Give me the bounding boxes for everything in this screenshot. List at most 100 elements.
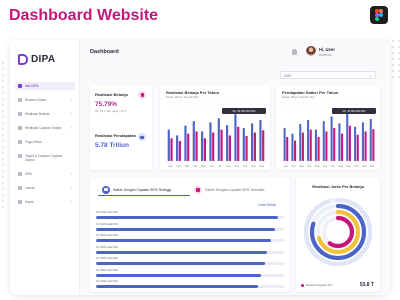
- bar[interactable]: [237, 126, 240, 161]
- tab[interactable]: Satker Dengan Capaian IKPA Terendah: [190, 184, 282, 196]
- ring-arc[interactable]: [303, 197, 373, 267]
- bar[interactable]: [195, 131, 198, 161]
- bar[interactable]: [234, 114, 237, 161]
- year-select-value: 2024: [284, 73, 292, 78]
- bar[interactable]: [253, 132, 256, 162]
- bar[interactable]: [286, 137, 289, 161]
- bar[interactable]: [333, 127, 336, 161]
- bar-chart-pendapatan[interactable]: Jan Feb Mar Apr May Jun Jul Aug Sep Oct Nov Dec Rp. …: [276, 100, 380, 170]
- bar[interactable]: [325, 131, 328, 161]
- bar[interactable]: [309, 129, 312, 161]
- chart-subtitle: Dalam Miliyar Rupiah (Rp): [166, 95, 199, 99]
- radial-chart[interactable]: [296, 194, 380, 274]
- sidebar-item[interactable]: Realisasi Capaian Output ›: [15, 124, 75, 132]
- bar[interactable]: [354, 126, 357, 161]
- bar[interactable]: [307, 119, 310, 161]
- x-tick-label: Sep: [346, 164, 351, 168]
- bar[interactable]: [217, 118, 220, 161]
- user-info[interactable]: Hi, User Bapenas: [319, 47, 335, 57]
- bar[interactable]: [314, 129, 317, 161]
- bar[interactable]: [178, 141, 181, 161]
- bar[interactable]: [251, 123, 254, 161]
- sidebar-item[interactable]: Rincian Output ›: [15, 96, 75, 104]
- bar[interactable]: [184, 125, 187, 161]
- logo-text: DIPA: [31, 54, 56, 65]
- bar[interactable]: [187, 133, 190, 161]
- bar[interactable]: [361, 122, 364, 161]
- bar[interactable]: [372, 129, 375, 161]
- bar[interactable]: [341, 133, 344, 161]
- bar[interactable]: [294, 140, 297, 161]
- bar[interactable]: [299, 123, 302, 161]
- x-tick-label: May: [201, 164, 207, 168]
- sidebar-item[interactable]: Realisasi Belanja ›: [15, 110, 75, 118]
- bar[interactable]: [192, 121, 195, 161]
- bell-icon[interactable]: [292, 49, 297, 55]
- sidebar-item[interactable]: Target & Capaian Capaian Output: [15, 152, 75, 164]
- x-tick-label: Jun: [210, 164, 215, 168]
- bar[interactable]: [364, 131, 367, 161]
- list-item[interactable]: KO SDM Hasbi Bel: [96, 280, 284, 292]
- app-logo[interactable]: DIPA: [18, 54, 55, 65]
- list-item[interactable]: KO SDM Hasbi Bel: [96, 211, 284, 223]
- avatar[interactable]: [306, 46, 316, 56]
- progress-fill: [96, 250, 268, 254]
- list-item[interactable]: KO SDM Hasbi Bel: [96, 269, 284, 281]
- bar[interactable]: [369, 118, 372, 161]
- progress-track: [96, 250, 284, 254]
- bar[interactable]: [209, 122, 212, 161]
- bar[interactable]: [242, 127, 245, 161]
- sidebar-item-label: Hapal: [25, 200, 34, 204]
- bar[interactable]: [226, 125, 229, 161]
- bar[interactable]: [170, 138, 173, 161]
- list-item[interactable]: KO SDM Hasbi Bel: [96, 257, 284, 269]
- sidebar-item[interactable]: Info DIPA: [15, 82, 75, 90]
- see-all-link[interactable]: Lihat Detail: [258, 203, 276, 207]
- bar-chart-belanja[interactable]: Jan Feb Mar Apr May Jun Jul Aug Sep Oct Nov Dec Rp. …: [160, 100, 270, 170]
- sidebar: DIPA Info DIPA Rincian Output › Realisasi B…: [10, 40, 80, 295]
- bar[interactable]: [356, 134, 359, 161]
- list-item[interactable]: KO SDM Hasbi Bel: [96, 234, 284, 246]
- bar[interactable]: [176, 135, 179, 161]
- bar[interactable]: [346, 112, 349, 161]
- sidebar-item-label: Rincian Output: [25, 98, 47, 102]
- row-label: KO SDM Hasbi Bel: [96, 280, 119, 283]
- bar[interactable]: [212, 132, 215, 162]
- menu-item-icon: [18, 84, 22, 88]
- sidebar-item[interactable]: IKPA ›: [15, 170, 75, 178]
- bar[interactable]: [262, 130, 265, 161]
- bar[interactable]: [301, 132, 304, 162]
- bar[interactable]: [245, 135, 248, 161]
- bar[interactable]: [203, 138, 206, 161]
- legend-label: Belanja Pegawai (51): [306, 283, 333, 287]
- chevron-right-icon: ›: [70, 199, 72, 204]
- bar[interactable]: [330, 116, 333, 161]
- sidebar-nav: Info DIPA Rincian Output › Realisasi Belanj…: [15, 82, 75, 212]
- sidebar-item[interactable]: Pagu Minus: [15, 138, 75, 146]
- bar[interactable]: [322, 121, 325, 161]
- kpi-realisasi-pendapatan: Realisasi Pendapatan 5.78 Triliun: [95, 133, 136, 149]
- showcase-title: Dashboard Website: [9, 7, 159, 24]
- bar[interactable]: [338, 123, 341, 161]
- sidebar-item[interactable]: Hapal ›: [15, 198, 75, 206]
- bar[interactable]: [201, 131, 204, 161]
- bar[interactable]: [291, 133, 294, 161]
- x-tick-label: Feb: [176, 164, 181, 168]
- bar[interactable]: [283, 127, 286, 161]
- sidebar-item[interactable]: Laman ›: [15, 184, 75, 192]
- x-tick-label: Mar: [299, 164, 304, 168]
- list-item[interactable]: KO SDM Hasbi Bel: [96, 223, 284, 235]
- row-label: KO SDM Hasbi Bel: [96, 234, 119, 237]
- kpi-card: Realisasi Belanja 75.79% Rp. 10 T dari p…: [90, 85, 152, 170]
- cash-icon: [138, 133, 146, 141]
- year-select[interactable]: 2024 ⌄: [280, 71, 376, 79]
- chart-subtitle: Dalam Miliyar Rupiah (Rp): [282, 95, 315, 99]
- tab[interactable]: Satker Dengan Capaian IKPA Tertinggi: [98, 184, 190, 196]
- bar[interactable]: [317, 137, 320, 161]
- bar[interactable]: [259, 119, 262, 161]
- list-item[interactable]: KO SDM Hasbi Bel: [96, 246, 284, 258]
- bar[interactable]: [348, 125, 351, 161]
- bar[interactable]: [167, 129, 170, 161]
- bar[interactable]: [228, 135, 231, 161]
- bar[interactable]: [220, 129, 223, 161]
